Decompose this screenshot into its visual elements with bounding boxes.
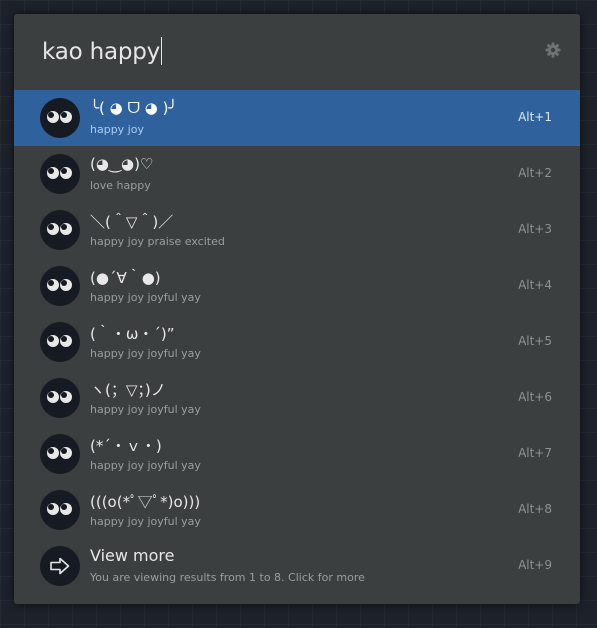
kaomoji-extension-icon [40,98,80,138]
text-caret [161,37,163,65]
result-tags: happy joy [90,123,144,136]
result-shortcut: Alt+5 [518,334,552,348]
result-row[interactable]: ヽ(；▽；)ノ happy joy joyful yay Alt+6 [14,370,580,426]
result-row[interactable]: (｀・ω・´)” happy joy joyful yay Alt+5 [14,314,580,370]
kaomoji-extension-icon [40,322,80,362]
arrow-right-icon [40,546,80,586]
result-shortcut: Alt+1 [518,110,552,124]
result-shortcut: Alt+2 [518,166,552,180]
result-kaomoji: ＼(＾▽＾)／ [90,213,174,231]
result-row[interactable]: (●´∀｀●) happy joy joyful yay Alt+4 [14,258,580,314]
result-shortcut: Alt+6 [518,390,552,404]
kaomoji-extension-icon [40,378,80,418]
result-row[interactable]: (◕‿◕)♡ love happy Alt+2 [14,146,580,202]
result-kaomoji: (●´∀｀●) [90,269,161,287]
result-row[interactable]: (*´・ｖ・) happy joy joyful yay Alt+7 [14,426,580,482]
view-more-shortcut: Alt+9 [518,558,552,572]
result-shortcut: Alt+7 [518,446,552,460]
launcher-window: kao happy ╰( ◕ ᗜ ◕ )╯ happy joy Alt+1 (◕… [14,14,580,604]
result-tags: love happy [90,179,151,192]
result-tags: happy joy joyful yay [90,459,201,472]
kaomoji-extension-icon [40,434,80,474]
search-query: kao happy [42,39,161,65]
result-row[interactable]: ╰( ◕ ᗜ ◕ )╯ happy joy Alt+1 [14,90,580,146]
result-tags: happy joy joyful yay [90,403,201,416]
kaomoji-extension-icon [40,266,80,306]
result-shortcut: Alt+4 [518,278,552,292]
result-kaomoji: ╰( ◕ ᗜ ◕ )╯ [90,99,178,117]
result-kaomoji: ヽ(；▽；)ノ [90,381,166,399]
result-tags: happy joy praise excited [90,235,225,248]
view-more-row[interactable]: View more You are viewing results from 1… [14,538,580,594]
result-tags: happy joy joyful yay [90,347,201,360]
kaomoji-extension-icon [40,210,80,250]
result-kaomoji: (*´・ｖ・) [90,437,162,455]
result-shortcut: Alt+3 [518,222,552,236]
results-list: ╰( ◕ ᗜ ◕ )╯ happy joy Alt+1 (◕‿◕)♡ love … [14,90,580,594]
result-kaomoji: (((o(*ﾟ▽ﾟ*)o))) [90,493,201,511]
result-kaomoji: (｀・ω・´)” [90,325,175,343]
view-more-label: View more [90,546,175,565]
gear-icon[interactable] [545,42,561,58]
kaomoji-extension-icon [40,490,80,530]
result-row[interactable]: ＼(＾▽＾)／ happy joy praise excited Alt+3 [14,202,580,258]
result-kaomoji: (◕‿◕)♡ [90,155,154,173]
result-tags: happy joy joyful yay [90,515,201,528]
kaomoji-extension-icon [40,154,80,194]
search-input[interactable]: kao happy [42,37,163,65]
result-row[interactable]: (((o(*ﾟ▽ﾟ*)o))) happy joy joyful yay Alt… [14,482,580,538]
search-bar[interactable]: kao happy [14,14,580,90]
result-tags: happy joy joyful yay [90,291,201,304]
result-shortcut: Alt+8 [518,502,552,516]
view-more-description: You are viewing results from 1 to 8. Cli… [90,571,365,584]
